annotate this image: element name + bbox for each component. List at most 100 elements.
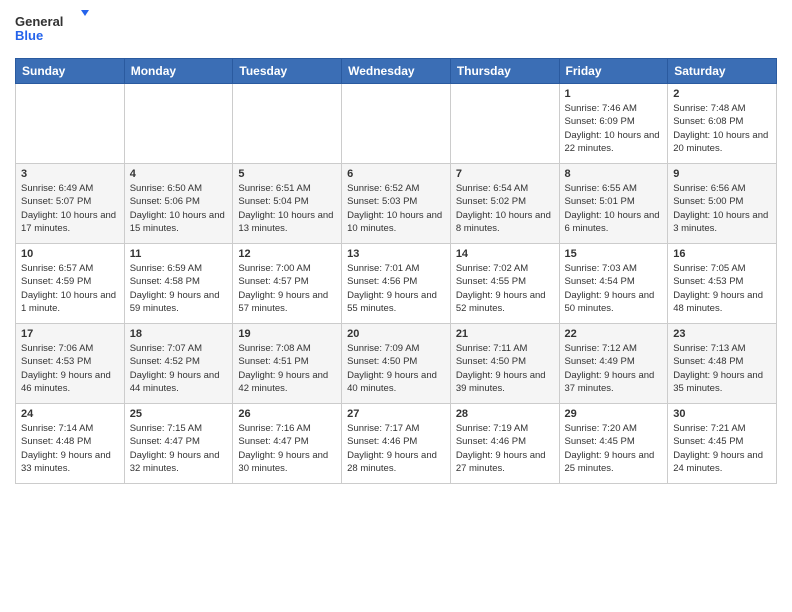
day-info: Sunrise: 7:16 AM Sunset: 4:47 PM Dayligh… bbox=[238, 422, 336, 475]
day-cell: 3 Sunrise: 6:49 AM Sunset: 5:07 PM Daylig… bbox=[16, 164, 125, 244]
day-header-sunday: Sunday bbox=[16, 59, 125, 84]
day-cell: 26 Sunrise: 7:16 AM Sunset: 4:47 PM Dayli… bbox=[233, 404, 342, 484]
header-row: SundayMondayTuesdayWednesdayThursdayFrid… bbox=[16, 59, 777, 84]
day-cell: 16 Sunrise: 7:05 AM Sunset: 4:53 PM Dayli… bbox=[668, 244, 777, 324]
day-info: Sunrise: 6:57 AM Sunset: 4:59 PM Dayligh… bbox=[21, 262, 119, 315]
day-number: 15 bbox=[565, 248, 663, 260]
day-number: 22 bbox=[565, 328, 663, 340]
day-info: Sunrise: 6:52 AM Sunset: 5:03 PM Dayligh… bbox=[347, 182, 445, 235]
day-cell bbox=[233, 84, 342, 164]
day-cell: 28 Sunrise: 7:19 AM Sunset: 4:46 PM Dayli… bbox=[450, 404, 559, 484]
day-cell: 8 Sunrise: 6:55 AM Sunset: 5:01 PM Daylig… bbox=[559, 164, 668, 244]
day-number: 5 bbox=[238, 168, 336, 180]
day-number: 23 bbox=[673, 328, 771, 340]
day-cell: 15 Sunrise: 7:03 AM Sunset: 4:54 PM Dayli… bbox=[559, 244, 668, 324]
day-number: 19 bbox=[238, 328, 336, 340]
day-info: Sunrise: 7:48 AM Sunset: 6:08 PM Dayligh… bbox=[673, 102, 771, 155]
day-info: Sunrise: 6:51 AM Sunset: 5:04 PM Dayligh… bbox=[238, 182, 336, 235]
day-number: 9 bbox=[673, 168, 771, 180]
week-row-3: 10Sunrise: 6:57 AM Sunset: 4:59 PM Dayli… bbox=[16, 244, 777, 324]
day-info: Sunrise: 7:13 AM Sunset: 4:48 PM Dayligh… bbox=[673, 342, 771, 395]
day-cell: 22 Sunrise: 7:12 AM Sunset: 4:49 PM Dayli… bbox=[559, 324, 668, 404]
day-cell: 9 Sunrise: 6:56 AM Sunset: 5:00 PM Daylig… bbox=[668, 164, 777, 244]
day-cell: 19 Sunrise: 7:08 AM Sunset: 4:51 PM Dayli… bbox=[233, 324, 342, 404]
day-info: Sunrise: 7:12 AM Sunset: 4:49 PM Dayligh… bbox=[565, 342, 663, 395]
day-header-thursday: Thursday bbox=[450, 59, 559, 84]
day-cell: 12 Sunrise: 7:00 AM Sunset: 4:57 PM Dayli… bbox=[233, 244, 342, 324]
day-info: Sunrise: 7:05 AM Sunset: 4:53 PM Dayligh… bbox=[673, 262, 771, 315]
day-info: Sunrise: 6:50 AM Sunset: 5:06 PM Dayligh… bbox=[130, 182, 228, 235]
logo-svg: General Blue bbox=[15, 10, 95, 50]
day-cell: 20 Sunrise: 7:09 AM Sunset: 4:50 PM Dayli… bbox=[342, 324, 451, 404]
day-cell: 18 Sunrise: 7:07 AM Sunset: 4:52 PM Dayli… bbox=[124, 324, 233, 404]
day-number: 16 bbox=[673, 248, 771, 260]
day-info: Sunrise: 7:20 AM Sunset: 4:45 PM Dayligh… bbox=[565, 422, 663, 475]
day-number: 20 bbox=[347, 328, 445, 340]
logo: General Blue bbox=[15, 10, 95, 50]
week-row-4: 17 Sunrise: 7:06 AM Sunset: 4:53 PM Dayli… bbox=[16, 324, 777, 404]
day-cell: 24Sunrise: 7:14 AM Sunset: 4:48 PM Dayli… bbox=[16, 404, 125, 484]
day-number: 17 bbox=[21, 328, 119, 340]
day-info: Sunrise: 7:08 AM Sunset: 4:51 PM Dayligh… bbox=[238, 342, 336, 395]
day-number: 7 bbox=[456, 168, 554, 180]
day-info: Sunrise: 7:11 AM Sunset: 4:50 PM Dayligh… bbox=[456, 342, 554, 395]
day-cell: 17 Sunrise: 7:06 AM Sunset: 4:53 PM Dayli… bbox=[16, 324, 125, 404]
day-number: 27 bbox=[347, 408, 445, 420]
day-info: Sunrise: 7:15 AM Sunset: 4:47 PM Dayligh… bbox=[130, 422, 228, 475]
calendar-table: SundayMondayTuesdayWednesdayThursdayFrid… bbox=[15, 58, 777, 484]
day-info: Sunrise: 6:49 AM Sunset: 5:07 PM Dayligh… bbox=[21, 182, 119, 235]
day-cell: 5 Sunrise: 6:51 AM Sunset: 5:04 PM Daylig… bbox=[233, 164, 342, 244]
day-info: Sunrise: 7:03 AM Sunset: 4:54 PM Dayligh… bbox=[565, 262, 663, 315]
day-cell: 30Sunrise: 7:21 AM Sunset: 4:45 PM Dayli… bbox=[668, 404, 777, 484]
day-cell: 14Sunrise: 7:02 AM Sunset: 4:55 PM Dayli… bbox=[450, 244, 559, 324]
day-cell: 25 Sunrise: 7:15 AM Sunset: 4:47 PM Dayli… bbox=[124, 404, 233, 484]
day-number: 8 bbox=[565, 168, 663, 180]
day-info: Sunrise: 6:54 AM Sunset: 5:02 PM Dayligh… bbox=[456, 182, 554, 235]
day-number: 4 bbox=[130, 168, 228, 180]
day-info: Sunrise: 7:07 AM Sunset: 4:52 PM Dayligh… bbox=[130, 342, 228, 395]
day-cell: 2 Sunrise: 7:48 AM Sunset: 6:08 PM Daylig… bbox=[668, 84, 777, 164]
day-cell: 1 Sunrise: 7:46 AM Sunset: 6:09 PM Daylig… bbox=[559, 84, 668, 164]
day-header-tuesday: Tuesday bbox=[233, 59, 342, 84]
day-cell: 27 Sunrise: 7:17 AM Sunset: 4:46 PM Dayli… bbox=[342, 404, 451, 484]
day-cell bbox=[16, 84, 125, 164]
week-row-2: 3 Sunrise: 6:49 AM Sunset: 5:07 PM Daylig… bbox=[16, 164, 777, 244]
day-info: Sunrise: 7:00 AM Sunset: 4:57 PM Dayligh… bbox=[238, 262, 336, 315]
day-number: 21 bbox=[456, 328, 554, 340]
day-cell: 6Sunrise: 6:52 AM Sunset: 5:03 PM Daylig… bbox=[342, 164, 451, 244]
day-info: Sunrise: 6:56 AM Sunset: 5:00 PM Dayligh… bbox=[673, 182, 771, 235]
day-header-friday: Friday bbox=[559, 59, 668, 84]
day-info: Sunrise: 6:55 AM Sunset: 5:01 PM Dayligh… bbox=[565, 182, 663, 235]
day-number: 26 bbox=[238, 408, 336, 420]
day-number: 30 bbox=[673, 408, 771, 420]
day-number: 18 bbox=[130, 328, 228, 340]
day-info: Sunrise: 6:59 AM Sunset: 4:58 PM Dayligh… bbox=[130, 262, 228, 315]
day-number: 28 bbox=[456, 408, 554, 420]
day-cell bbox=[342, 84, 451, 164]
day-info: Sunrise: 7:19 AM Sunset: 4:46 PM Dayligh… bbox=[456, 422, 554, 475]
day-info: Sunrise: 7:06 AM Sunset: 4:53 PM Dayligh… bbox=[21, 342, 119, 395]
day-number: 25 bbox=[130, 408, 228, 420]
day-info: Sunrise: 7:46 AM Sunset: 6:09 PM Dayligh… bbox=[565, 102, 663, 155]
calendar-container: General Blue SundayMondayTuesdayWednesda… bbox=[0, 0, 792, 489]
day-cell: 10Sunrise: 6:57 AM Sunset: 4:59 PM Dayli… bbox=[16, 244, 125, 324]
day-cell: 11 Sunrise: 6:59 AM Sunset: 4:58 PM Dayli… bbox=[124, 244, 233, 324]
svg-text:Blue: Blue bbox=[15, 28, 43, 43]
day-info: Sunrise: 7:09 AM Sunset: 4:50 PM Dayligh… bbox=[347, 342, 445, 395]
day-cell: 21 Sunrise: 7:11 AM Sunset: 4:50 PM Dayli… bbox=[450, 324, 559, 404]
day-number: 3 bbox=[21, 168, 119, 180]
day-number: 1 bbox=[565, 88, 663, 100]
day-number: 11 bbox=[130, 248, 228, 260]
day-number: 2 bbox=[673, 88, 771, 100]
day-number: 29 bbox=[565, 408, 663, 420]
day-header-wednesday: Wednesday bbox=[342, 59, 451, 84]
day-info: Sunrise: 7:02 AM Sunset: 4:55 PM Dayligh… bbox=[456, 262, 554, 315]
day-info: Sunrise: 7:17 AM Sunset: 4:46 PM Dayligh… bbox=[347, 422, 445, 475]
day-cell: 23 Sunrise: 7:13 AM Sunset: 4:48 PM Dayli… bbox=[668, 324, 777, 404]
week-row-1: 1 Sunrise: 7:46 AM Sunset: 6:09 PM Daylig… bbox=[16, 84, 777, 164]
day-number: 12 bbox=[238, 248, 336, 260]
day-cell bbox=[450, 84, 559, 164]
day-header-saturday: Saturday bbox=[668, 59, 777, 84]
svg-text:General: General bbox=[15, 14, 63, 29]
day-number: 13 bbox=[347, 248, 445, 260]
